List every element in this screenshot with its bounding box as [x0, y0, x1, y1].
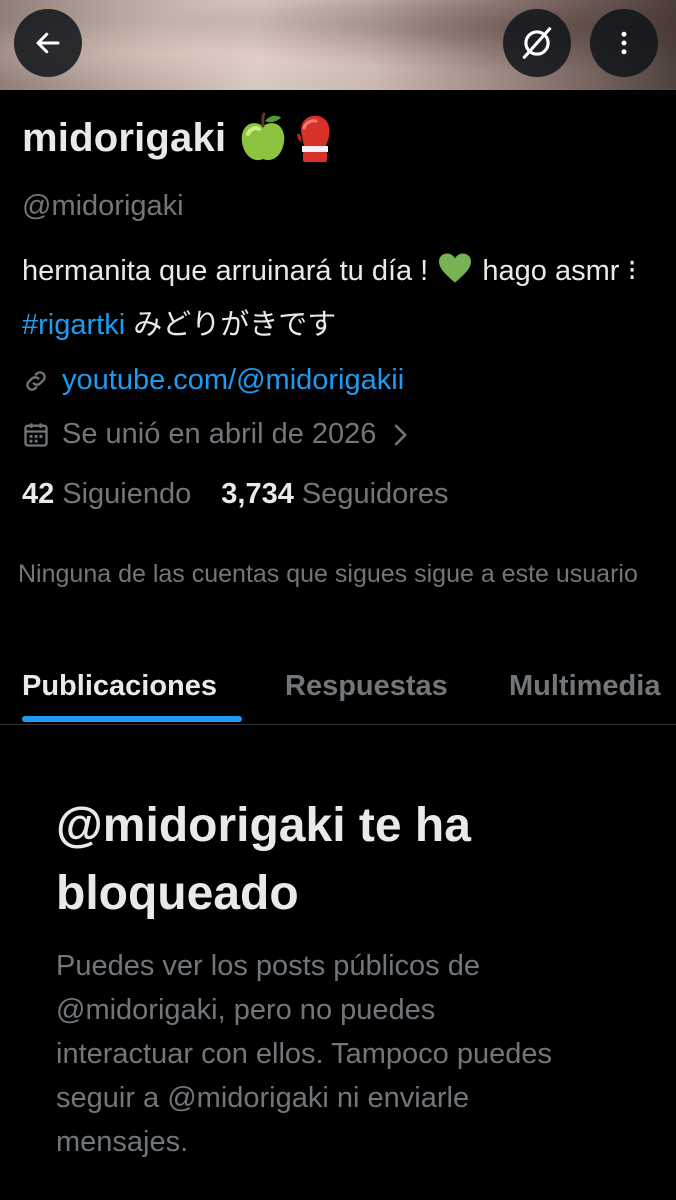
- calendar-icon: [24, 422, 48, 447]
- followers-count: 3,734: [221, 478, 294, 510]
- following-stat[interactable]: 42 Siguiendo: [22, 478, 191, 511]
- tab-respuestas[interactable]: Respuestas: [285, 670, 448, 703]
- arrow-left-icon: [36, 32, 60, 54]
- tab-multimedia[interactable]: Multimedia: [509, 670, 660, 703]
- following-label: Siguiendo: [62, 478, 192, 510]
- eye-slash-icon: [522, 27, 552, 59]
- hashtag-link[interactable]: #rigartki: [22, 309, 125, 341]
- join-date-row[interactable]: Se unió en abril de 2026: [22, 418, 410, 451]
- more-options-button[interactable]: [590, 9, 658, 77]
- following-count: 42: [22, 478, 55, 510]
- bio-text: hago asmr ⁝: [474, 255, 637, 287]
- join-date: Se unió en abril de 2026: [62, 418, 377, 450]
- active-tab-indicator: [22, 716, 242, 722]
- profile-name: midorigaki: [22, 115, 227, 160]
- profile-stats: 42 Siguiendo 3,734 Seguidores: [22, 478, 449, 511]
- profile-banner[interactable]: [0, 0, 676, 90]
- bio-text: hermanita que arruinará tu día !: [22, 255, 437, 287]
- bio-text: みどりがきです: [125, 309, 337, 341]
- link-icon: [26, 370, 46, 391]
- hide-content-button[interactable]: [503, 9, 571, 77]
- blocked-title: @midorigaki te ha bloqueado: [56, 799, 471, 920]
- followers-you-know: Ninguna de las cuentas que sigues sigue …: [18, 560, 638, 588]
- profile-website[interactable]: youtube.com/@midorigakii: [22, 364, 404, 397]
- profile-bio: hermanita que arruinará tu día ! hago as…: [22, 246, 642, 350]
- green-heart-icon: [436, 250, 474, 300]
- green-apple-icon: [238, 112, 288, 164]
- followers-stat[interactable]: 3,734 Seguidores: [221, 478, 448, 511]
- blocked-description: Puedes ver los posts públicos de @midori…: [56, 950, 552, 1158]
- boxing-glove-icon: [294, 112, 334, 164]
- profile-name-row: midorigaki: [22, 112, 334, 164]
- profile-handle: @midorigaki: [22, 190, 184, 222]
- more-vertical-icon: [621, 31, 627, 55]
- back-button[interactable]: [14, 9, 82, 77]
- tab-publicaciones[interactable]: Publicaciones: [22, 670, 217, 703]
- chevron-right-icon: [390, 422, 410, 448]
- website-link[interactable]: youtube.com/@midorigakii: [62, 364, 404, 397]
- followers-label: Seguidores: [301, 478, 449, 510]
